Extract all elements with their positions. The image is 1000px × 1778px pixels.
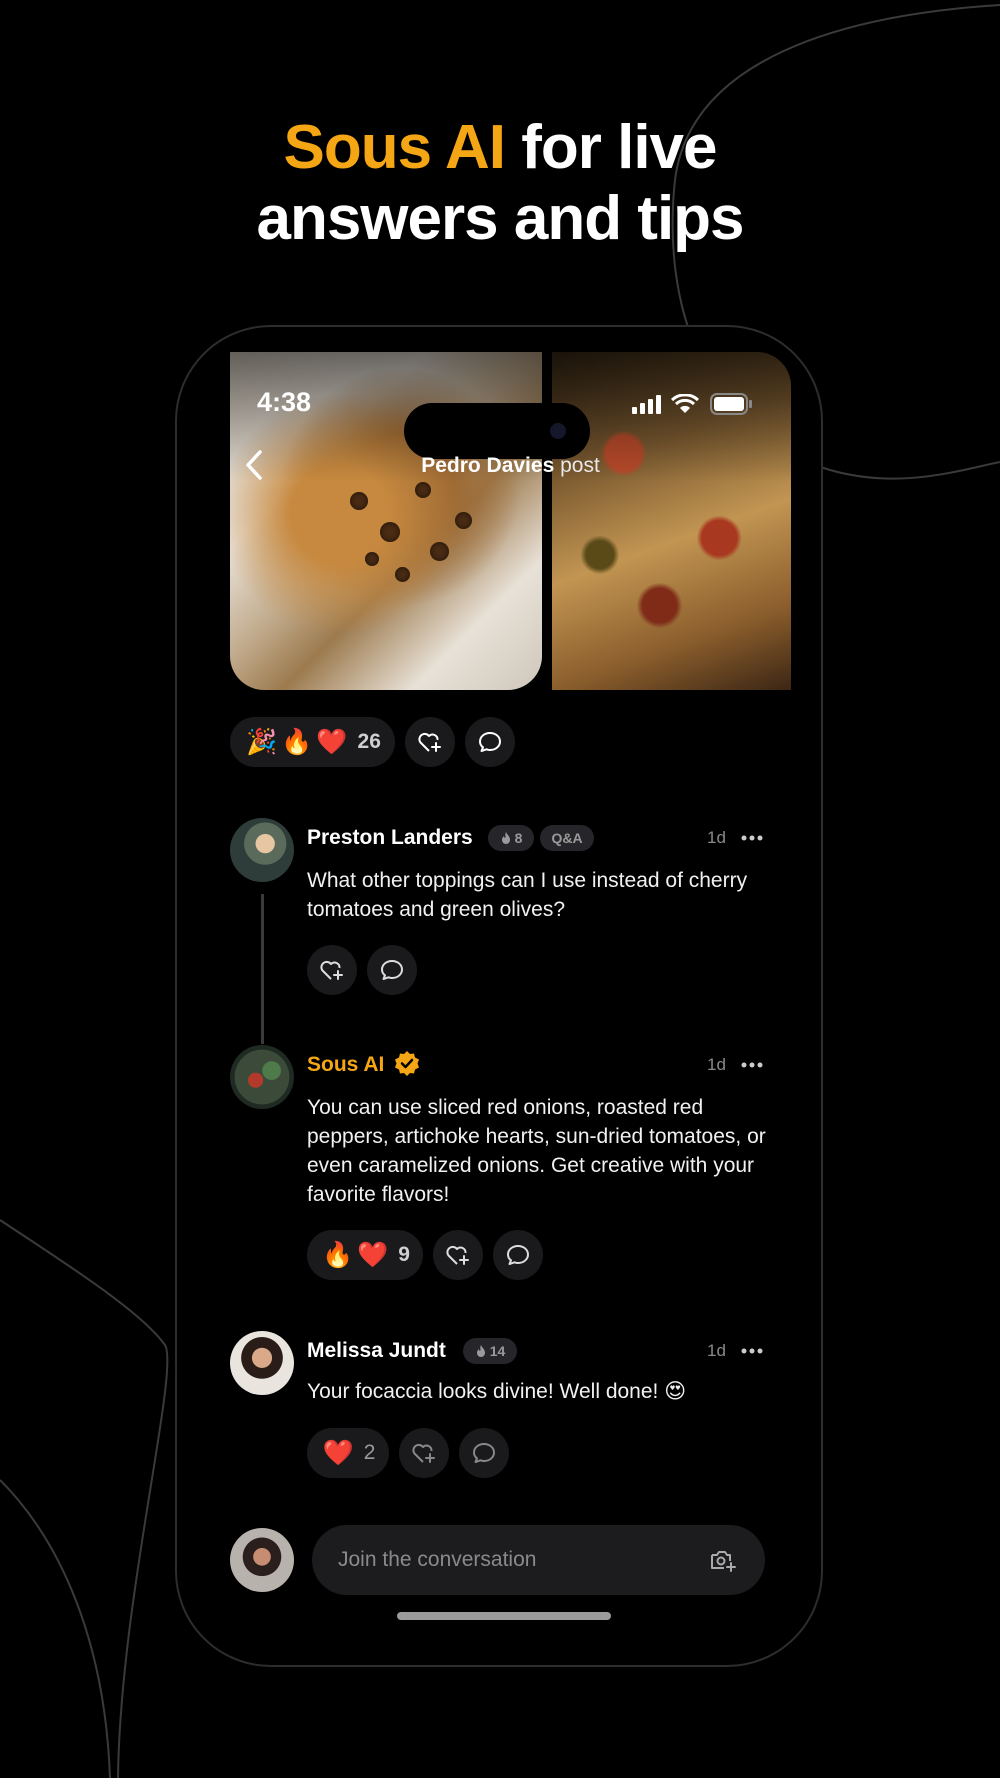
comment-icon: [381, 960, 403, 980]
more-icon[interactable]: [741, 1348, 763, 1354]
flame-count: 8: [514, 830, 523, 846]
avatar[interactable]: [230, 1045, 294, 1109]
status-bar: 4:38: [230, 384, 791, 459]
comment-icon: [473, 1443, 495, 1463]
comment-text: Your focaccia looks divine! Well done! 😍: [307, 1380, 687, 1403]
flame-badge: 8: [488, 825, 534, 851]
flame-icon: [501, 832, 510, 844]
qa-tag: Q&A: [540, 825, 594, 851]
comment-reply-button[interactable]: [367, 945, 417, 995]
status-time: 4:38: [257, 387, 312, 417]
comment-icon: [479, 732, 501, 752]
comment-text: You can use sliced red onions, roasted r…: [307, 1096, 766, 1206]
comment-reply-button[interactable]: [493, 1230, 543, 1280]
comment-author[interactable]: Sous AI: [307, 1053, 384, 1077]
more-icon[interactable]: [741, 1062, 763, 1068]
current-user-avatar[interactable]: [230, 1528, 294, 1592]
comment-reply-button[interactable]: [459, 1428, 509, 1478]
reaction-emoji: 🔥: [281, 727, 313, 756]
composer-placeholder: Join the conversation: [338, 1548, 537, 1571]
comment-reactions-chip[interactable]: ❤️ 2: [307, 1428, 389, 1478]
reaction-count: 26: [357, 730, 381, 753]
reaction-emoji: 🔥: [322, 1240, 354, 1269]
signal-icon: [632, 395, 661, 414]
camera-plus-icon[interactable]: [709, 1547, 737, 1573]
post-react-button[interactable]: [405, 717, 455, 767]
comment-icon: [507, 1245, 529, 1265]
home-indicator[interactable]: [397, 1612, 611, 1620]
avatar[interactable]: [230, 1331, 294, 1395]
dynamic-island: [404, 403, 590, 459]
nav-title: Pedro Davies post: [230, 454, 791, 478]
flame-count: 14: [489, 1343, 506, 1359]
post-photo-gallery[interactable]: 4:38 Pedro Davies post: [230, 352, 791, 690]
comment-reactions-chip[interactable]: 🔥 ❤️ 9: [307, 1230, 423, 1280]
avatar[interactable]: [230, 818, 294, 882]
verified-badge-icon: [395, 1051, 419, 1076]
comment-text: What other toppings can I use instead of…: [307, 869, 748, 921]
reaction-emoji: ❤️: [357, 1240, 389, 1269]
thread-line: [261, 894, 264, 1044]
reaction-count: 9: [398, 1243, 410, 1266]
comment-author[interactable]: Preston Landers: [307, 826, 473, 850]
more-icon[interactable]: [741, 835, 763, 841]
reaction-emoji: ❤️: [316, 727, 348, 756]
page-headline: Sous AI for live answers and tips: [0, 112, 1000, 254]
nav-author[interactable]: Pedro Davies: [421, 454, 554, 477]
reaction-emoji: ❤️: [322, 1438, 354, 1467]
wifi-icon: [671, 394, 699, 413]
comment-composer-input[interactable]: Join the conversation: [312, 1525, 765, 1595]
headline-rest: for live: [505, 113, 717, 182]
comment-react-button[interactable]: [399, 1428, 449, 1478]
battery-icon: [710, 393, 752, 415]
heart-plus-icon: [412, 1443, 435, 1463]
flame-badge: 14: [463, 1338, 517, 1364]
flame-icon: [476, 1345, 485, 1357]
comment-time: 1d: [707, 1055, 726, 1074]
reaction-count: 2: [363, 1441, 376, 1464]
heart-plus-icon: [446, 1245, 469, 1265]
comment-react-button[interactable]: [433, 1230, 483, 1280]
nav-title-suffix: post: [554, 454, 600, 477]
reaction-emoji: 🎉: [246, 727, 278, 756]
comment-author[interactable]: Melissa Jundt: [307, 1339, 446, 1363]
heart-plus-icon: [418, 732, 441, 752]
post-reactions-chip[interactable]: 🎉 🔥 ❤️ 26: [230, 717, 395, 767]
post-comment-button[interactable]: [465, 717, 515, 767]
comment-time: 1d: [707, 1341, 726, 1360]
heart-plus-icon: [320, 960, 343, 980]
phone-screen: 4:38 Pedro Davies post 🎉 🔥 ❤️ 26 Preston…: [230, 352, 791, 1630]
headline-line2: answers and tips: [256, 184, 744, 253]
headline-accent: Sous AI: [283, 113, 506, 182]
comment-time: 1d: [707, 828, 726, 847]
comment-react-button[interactable]: [307, 945, 357, 995]
